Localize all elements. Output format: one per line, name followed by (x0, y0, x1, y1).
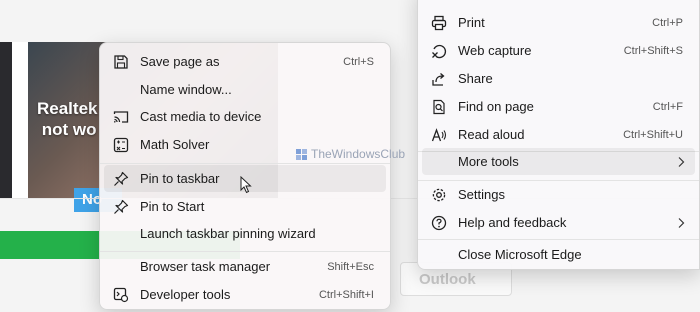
menu-item-settings[interactable]: Settings (422, 181, 695, 208)
menu-item-label: Save page as (140, 54, 220, 69)
submenu-item-browser-task-manager[interactable]: Browser task manager Shift+Esc (104, 253, 386, 280)
math-solver-icon (112, 136, 130, 154)
menu-item-label: More tools (458, 154, 519, 169)
menu-item-shortcut: Ctrl+S (343, 55, 374, 68)
mouse-cursor-icon (240, 176, 252, 194)
pin-icon (112, 170, 130, 188)
menu-separator (100, 251, 390, 252)
submenu-item-pin-to-start[interactable]: Pin to Start (104, 193, 386, 220)
gear-icon (430, 186, 448, 204)
chevron-right-icon (678, 217, 685, 228)
menu-item-web-capture[interactable]: Web capture Ctrl+Shift+S (422, 37, 695, 64)
menu-separator (418, 239, 699, 240)
page-gap (12, 42, 28, 198)
help-icon (430, 214, 448, 232)
watermark-text: TheWindowsClub (311, 147, 406, 161)
menu-item-label: Close Microsoft Edge (458, 247, 582, 262)
menu-item-label: Help and feedback (458, 215, 567, 230)
developer-tools-icon (112, 286, 130, 304)
menu-item-label: Read aloud (458, 127, 525, 142)
printer-icon (430, 14, 448, 32)
menu-item-label: Launch taskbar pinning wizard (140, 226, 316, 241)
menu-item-shortcut: Shift+Esc (327, 260, 374, 273)
menu-item-label: Pin to taskbar (140, 171, 220, 186)
pin-icon (112, 198, 130, 216)
edge-main-menu: Print Ctrl+P Web capture Ctrl+Shift+S Sh… (417, 0, 700, 270)
submenu-item-developer-tools[interactable]: Developer tools Ctrl+Shift+I (104, 281, 386, 308)
submenu-item-name-window[interactable]: Name window... (104, 76, 386, 103)
menu-item-close-microsoft-edge[interactable]: Close Microsoft Edge (422, 241, 695, 268)
menu-item-label: Print (458, 15, 485, 30)
menu-item-label: Web capture (458, 43, 532, 58)
menu-item-print[interactable]: Print Ctrl+P (422, 9, 695, 36)
menu-item-label: Find on page (458, 99, 534, 114)
windows-club-logo-icon (296, 148, 307, 160)
read-aloud-icon (430, 126, 448, 144)
menu-item-more-tools[interactable]: More tools (422, 148, 695, 175)
menu-item-label: Cast media to device (140, 109, 262, 124)
watermark: TheWindowsClub (296, 147, 405, 161)
submenu-item-launch-taskbar-pinning-wizard[interactable]: Launch taskbar pinning wizard (104, 220, 386, 247)
menu-item-help-and-feedback[interactable]: Help and feedback (422, 209, 695, 236)
menu-item-shortcut: Ctrl+Shift+U (623, 128, 683, 141)
page-dark-panel (0, 42, 12, 198)
menu-item-read-aloud[interactable]: Read aloud Ctrl+Shift+U (422, 121, 695, 148)
menu-item-shortcut: Ctrl+F (652, 100, 683, 113)
menu-item-label: Browser task manager (140, 259, 271, 274)
menu-item-shortcut: Ctrl+P (652, 16, 683, 29)
submenu-item-cast-media[interactable]: Cast media to device (104, 103, 386, 130)
menu-item-label: Name window... (140, 82, 232, 97)
web-capture-icon (430, 42, 448, 60)
menu-item-label: Developer tools (140, 287, 231, 302)
chevron-right-icon (678, 156, 685, 167)
menu-item-find-on-page[interactable]: Find on page Ctrl+F (422, 93, 695, 120)
menu-item-label: Pin to Start (140, 199, 205, 214)
save-icon (112, 53, 130, 71)
menu-item-label: Settings (458, 187, 505, 202)
find-icon (430, 98, 448, 116)
cast-icon (112, 108, 130, 126)
thumbnail-title: Realtek not wo (37, 99, 98, 139)
menu-item-shortcut: Ctrl+Shift+I (318, 288, 374, 301)
share-icon (430, 70, 448, 88)
menu-item-shortcut: Ctrl+Shift+S (623, 44, 683, 57)
submenu-item-save-page-as[interactable]: Save page as Ctrl+S (104, 48, 386, 75)
menu-item-label: Share (458, 71, 493, 86)
menu-item-share[interactable]: Share (422, 65, 695, 92)
menu-separator (100, 163, 390, 164)
